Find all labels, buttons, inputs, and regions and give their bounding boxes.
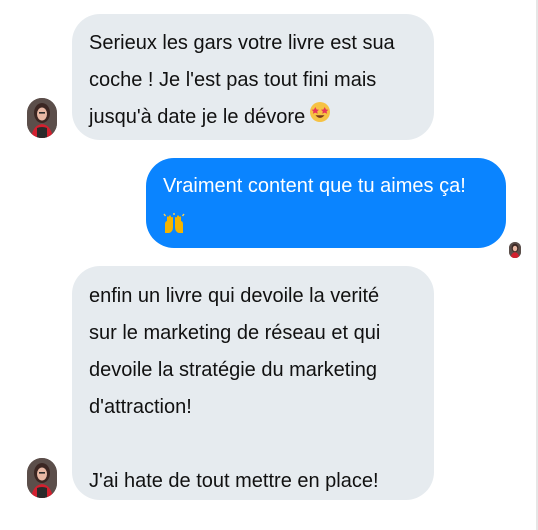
message-text-line: jusqu'à date je le dévore <box>89 99 434 136</box>
raising-hands-emoji-icon <box>163 205 506 242</box>
user-avatar-icon[interactable] <box>27 458 57 498</box>
user-avatar-icon[interactable] <box>27 98 57 138</box>
message-bubble-outgoing[interactable]: Vraiment content que tu aimes ça! <box>146 158 506 248</box>
star-struck-emoji-icon <box>309 99 331 136</box>
message-bubble-incoming[interactable]: Serieux les gars votre livre est sua coc… <box>72 14 434 140</box>
message-text-line: Vraiment content que tu aimes ça! <box>163 175 466 197</box>
message-bubble-incoming[interactable]: enfin un livre qui devoile la verité sur… <box>72 266 434 500</box>
message-text-line: d'attraction! <box>89 396 192 418</box>
message-text-line: Serieux les gars votre livre est sua <box>89 32 395 54</box>
user-avatar-icon[interactable] <box>509 242 521 258</box>
message-text-line: J'ai hate de tout mettre en place! <box>89 470 379 492</box>
message-text-line: sur le marketing de réseau et qui <box>89 322 381 344</box>
message-text-line: devoile la stratégie du marketing <box>89 359 377 381</box>
message-text-line: coche ! Je l'est pas tout fini mais <box>89 69 377 91</box>
message-text-segment: jusqu'à date je le dévore <box>89 106 306 128</box>
message-text-line: enfin un livre qui devoile la verité <box>89 285 380 307</box>
